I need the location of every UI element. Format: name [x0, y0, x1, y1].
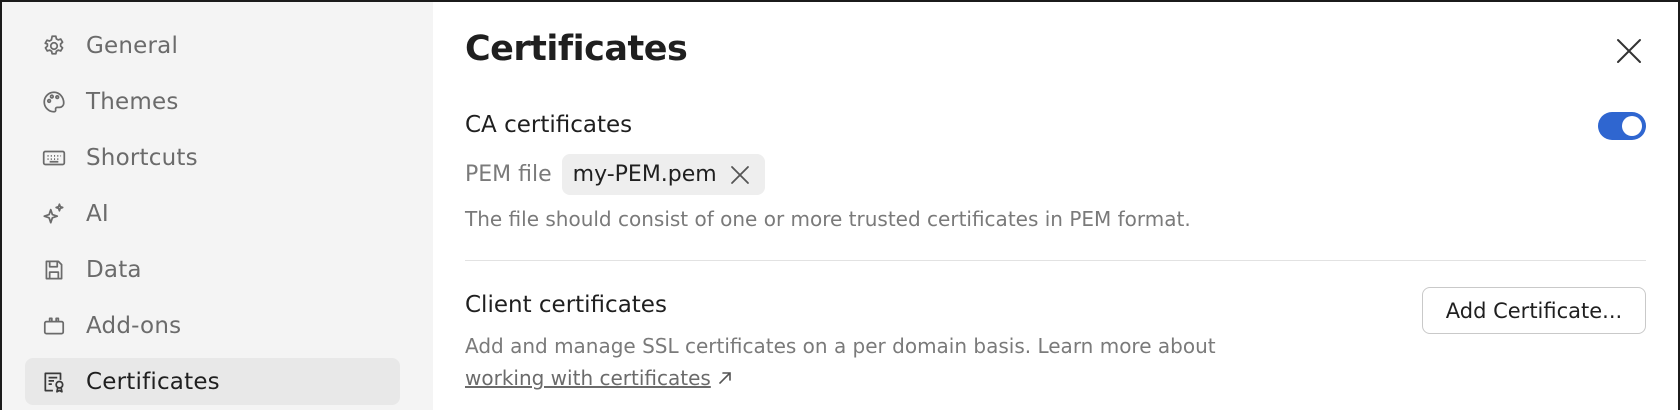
settings-window: General Themes Shortcuts AI Data Add-ons…	[2, 2, 1678, 410]
sidebar-item-add-ons[interactable]: Add-ons	[25, 302, 400, 349]
sidebar-item-label: Add-ons	[86, 312, 182, 339]
sidebar-item-label: General	[86, 32, 179, 59]
sidebar-item-themes[interactable]: Themes	[25, 78, 400, 125]
ca-description: The file should consist of one or more t…	[465, 207, 1191, 231]
settings-content: Certificates CA certificates PEM file my…	[433, 2, 1678, 410]
sidebar-item-shortcuts[interactable]: Shortcuts	[25, 134, 400, 181]
sidebar-item-certificates[interactable]: Certificates	[25, 358, 400, 405]
client-description-text: Add and manage SSL certificates on a per…	[465, 334, 1216, 358]
remove-file-icon[interactable]	[729, 164, 751, 186]
sidebar-item-label: Themes	[86, 88, 179, 115]
toggle-knob	[1622, 116, 1642, 136]
close-button[interactable]	[1614, 36, 1644, 66]
pem-file-chip: my-PEM.pem	[561, 154, 765, 195]
pem-file-row: PEM file my-PEM.pem	[465, 154, 765, 195]
pem-file-name: my-PEM.pem	[572, 162, 717, 187]
plugin-icon	[40, 312, 68, 340]
pem-file-label: PEM file	[465, 162, 552, 187]
sidebar-item-data[interactable]: Data	[25, 246, 400, 293]
external-link-icon	[719, 372, 731, 384]
add-certificate-button[interactable]: Add Certificate...	[1422, 287, 1646, 334]
section-divider	[465, 260, 1646, 261]
sidebar-item-label: Data	[86, 256, 142, 283]
client-description: Add and manage SSL certificates on a per…	[465, 330, 1285, 394]
close-icon	[1617, 39, 1641, 63]
certificate-icon	[40, 368, 68, 396]
palette-icon	[40, 88, 68, 116]
sidebar-item-general[interactable]: General	[25, 22, 400, 69]
learn-more-link[interactable]: working with certificates	[465, 366, 711, 390]
sidebar-item-label: Certificates	[86, 368, 220, 395]
keyboard-icon	[40, 144, 68, 172]
ca-certificates-toggle[interactable]	[1598, 112, 1646, 140]
settings-sidebar: General Themes Shortcuts AI Data Add-ons…	[2, 2, 433, 410]
sparkles-icon	[40, 200, 68, 228]
page-title: Certificates	[465, 29, 688, 69]
save-icon	[40, 256, 68, 284]
ca-certificates-title: CA certificates	[465, 112, 633, 138]
client-certificates-title: Client certificates	[465, 292, 667, 318]
gear-icon	[40, 32, 68, 60]
sidebar-item-ai[interactable]: AI	[25, 190, 400, 237]
sidebar-item-label: AI	[86, 200, 109, 227]
sidebar-item-label: Shortcuts	[86, 144, 198, 171]
